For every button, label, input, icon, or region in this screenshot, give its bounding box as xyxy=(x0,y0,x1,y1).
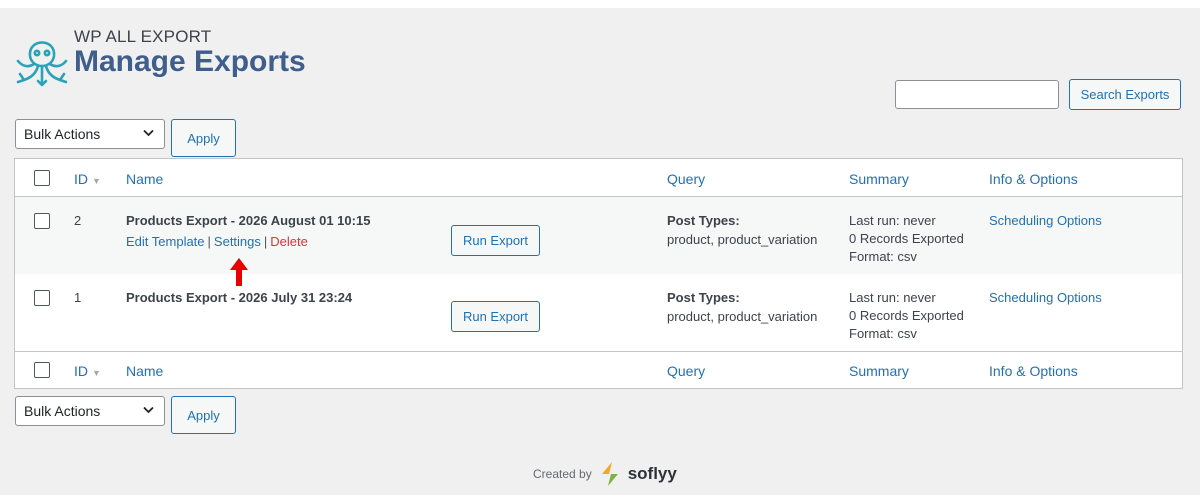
summary-last-run: Last run: never xyxy=(849,290,936,305)
summary-format: Format: csv xyxy=(849,326,917,341)
table-footer: ID ▼ Name Query Summary Info & Options xyxy=(15,351,1182,388)
query-value: product, product_variation xyxy=(667,309,818,324)
apply-button[interactable]: Apply xyxy=(171,396,236,434)
column-info-options: Info & Options xyxy=(989,363,1078,379)
query-label: Post Types: xyxy=(667,290,740,305)
column-id[interactable]: ID ▼ xyxy=(74,171,101,187)
export-id: 2 xyxy=(74,213,82,228)
apply-button[interactable]: Apply xyxy=(171,119,236,157)
admin-page: WP ALL EXPORT Manage Exports Search Expo… xyxy=(0,8,1200,495)
summary-format: Format: csv xyxy=(849,249,917,264)
created-by-text: Created by xyxy=(533,467,592,481)
run-export-button[interactable]: Run Export xyxy=(451,301,540,332)
column-id[interactable]: ID ▼ xyxy=(74,363,101,379)
column-summary: Summary xyxy=(849,363,909,379)
sort-caret-icon: ▼ xyxy=(92,176,101,186)
table-row: 1 Products Export - 2026 July 31 23:24 R… xyxy=(15,274,1182,351)
run-export-button[interactable]: Run Export xyxy=(451,225,540,256)
settings-link[interactable]: Settings xyxy=(214,234,261,249)
bulk-actions-select[interactable]: Bulk Actions xyxy=(15,119,165,149)
column-name[interactable]: Name xyxy=(126,363,163,379)
red-arrow-icon xyxy=(230,258,248,286)
search-exports-button[interactable]: Search Exports xyxy=(1069,79,1181,110)
bulk-actions-select[interactable]: Bulk Actions xyxy=(15,396,165,426)
credits-footer: Created by soflyy xyxy=(533,461,677,487)
export-name: Products Export - 2026 July 31 23:24 xyxy=(126,290,353,305)
chevron-down-icon xyxy=(143,129,154,137)
row-checkbox[interactable] xyxy=(34,290,50,306)
bulk-actions-value: Bulk Actions xyxy=(24,126,101,142)
select-all-checkbox[interactable] xyxy=(34,362,50,378)
chevron-down-icon xyxy=(143,406,154,414)
bulk-actions-value: Bulk Actions xyxy=(24,403,101,419)
table-header: ID ▼ Name Query Summary Info & Options xyxy=(15,159,1182,197)
octopus-logo-icon xyxy=(16,41,68,87)
summary-last-run: Last run: never xyxy=(849,213,936,228)
brand-subtitle: WP ALL EXPORT xyxy=(74,27,212,46)
soflyy-logo-icon xyxy=(601,462,618,486)
company-name[interactable]: soflyy xyxy=(628,464,677,484)
scheduling-options-link[interactable]: Scheduling Options xyxy=(989,290,1102,305)
query-label: Post Types: xyxy=(667,213,740,228)
export-summary: Last run: never 0 Records Exported Forma… xyxy=(849,289,964,343)
column-query: Query xyxy=(667,171,706,187)
column-summary: Summary xyxy=(849,171,909,187)
column-name[interactable]: Name xyxy=(126,171,163,187)
export-summary: Last run: never 0 Records Exported Forma… xyxy=(849,212,964,266)
row-checkbox[interactable] xyxy=(34,213,50,229)
summary-records: 0 Records Exported xyxy=(849,308,964,323)
page-title: Manage Exports xyxy=(74,45,306,78)
export-id: 1 xyxy=(74,290,82,305)
export-name: Products Export - 2026 August 01 10:15 xyxy=(126,213,371,228)
edit-template-link[interactable]: Edit Template xyxy=(126,234,205,249)
column-query: Query xyxy=(667,363,706,379)
delete-link[interactable]: Delete xyxy=(270,234,308,249)
exports-table: ID ▼ Name Query Summary Info & Options 2 … xyxy=(14,158,1183,389)
sort-caret-icon: ▼ xyxy=(92,368,101,378)
select-all-checkbox[interactable] xyxy=(34,170,50,186)
row-actions: Edit Template | Settings | Delete xyxy=(126,234,308,249)
search-input[interactable] xyxy=(895,80,1059,109)
summary-records: 0 Records Exported xyxy=(849,231,964,246)
column-info-options: Info & Options xyxy=(989,171,1078,187)
scheduling-options-link[interactable]: Scheduling Options xyxy=(989,213,1102,228)
table-row: 2 Products Export - 2026 August 01 10:15… xyxy=(15,197,1182,274)
query-value: product, product_variation xyxy=(667,232,818,247)
